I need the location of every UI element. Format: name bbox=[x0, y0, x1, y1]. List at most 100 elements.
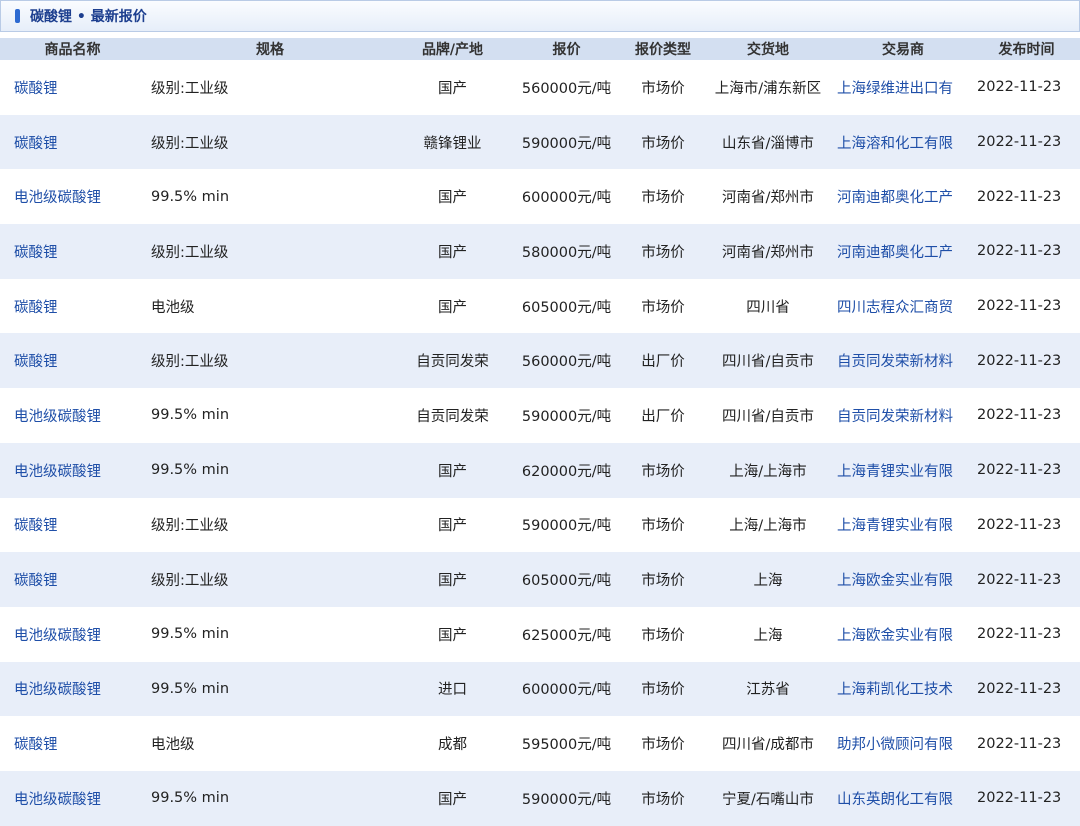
price-cell: 605000元/吨 bbox=[521, 299, 612, 316]
brand-cell: 自贡同发荣 bbox=[416, 408, 489, 425]
product-name-link[interactable]: 电池级碳酸锂 bbox=[0, 169, 145, 224]
delivery-cell: 上海/上海市 bbox=[729, 463, 807, 480]
product-name-link[interactable]: 电池级碳酸锂 bbox=[0, 771, 145, 826]
delivery-cell: 山东省/淄博市 bbox=[722, 135, 814, 152]
brand-cell: 国产 bbox=[438, 627, 467, 644]
brand-cell: 国产 bbox=[438, 190, 467, 207]
table-row: 碳酸锂 级别:工业级 自贡同发荣 560000元/吨 出厂价 四川省/自贡市 自贡同发荣新材… bbox=[0, 333, 1080, 389]
brand-cell: 自贡同发荣 bbox=[416, 354, 489, 371]
price-cell: 600000元/吨 bbox=[521, 682, 612, 699]
trader-link[interactable]: 自贡同发荣新材料 bbox=[833, 388, 973, 443]
spec-cell: 级别:工业级 bbox=[151, 518, 229, 535]
date-cell: 2022-11-23 bbox=[977, 571, 1062, 588]
price-cell: 620000元/吨 bbox=[521, 463, 612, 480]
date-cell: 2022-11-23 bbox=[977, 790, 1062, 807]
date-cell: 2022-11-23 bbox=[977, 79, 1062, 96]
spec-cell: 级别:工业级 bbox=[151, 135, 229, 152]
trader-link[interactable]: 上海溶和化工有限 bbox=[833, 115, 973, 170]
price-type-cell: 市场价 bbox=[641, 791, 685, 808]
date-cell: 2022-11-23 bbox=[977, 407, 1062, 424]
spec-cell: 级别:工业级 bbox=[151, 354, 229, 371]
date-cell: 2022-11-23 bbox=[977, 462, 1062, 479]
price-cell: 590000元/吨 bbox=[521, 408, 612, 425]
price-type-cell: 市场价 bbox=[641, 244, 685, 261]
table-row: 碳酸锂 电池级 成都 595000元/吨 市场价 四川省/成都市 助邦小微顾问有限 2022-… bbox=[0, 716, 1080, 771]
spec-cell: 99.5% min bbox=[151, 680, 230, 697]
price-type-cell: 市场价 bbox=[641, 299, 685, 316]
col-header-date[interactable]: 发布时间 bbox=[973, 38, 1080, 60]
product-name-link[interactable]: 电池级碳酸锂 bbox=[0, 388, 145, 443]
trader-link[interactable]: 上海青锂实业有限 bbox=[833, 498, 973, 553]
col-header-trader[interactable]: 交易商 bbox=[833, 38, 973, 60]
col-header-price-type[interactable]: 报价类型 bbox=[623, 38, 703, 60]
trader-link[interactable]: 河南迪都奥化工产 bbox=[833, 224, 973, 279]
date-cell: 2022-11-23 bbox=[977, 352, 1062, 369]
price-type-cell: 出厂价 bbox=[641, 408, 685, 425]
product-name-link[interactable]: 碳酸锂 bbox=[0, 498, 145, 553]
table-row: 碳酸锂 级别:工业级 国产 560000元/吨 市场价 上海市/浦东新区 上海绿维进出口有 2… bbox=[0, 60, 1080, 115]
price-table: 商品名称 规格 品牌/产地 报价 报价类型 交货地 交易商 发布时间 碳酸锂 级别… bbox=[0, 38, 1080, 826]
delivery-cell: 四川省/自贡市 bbox=[722, 408, 814, 425]
trader-link[interactable]: 上海绿维进出口有 bbox=[833, 60, 973, 115]
col-header-brand[interactable]: 品牌/产地 bbox=[395, 38, 510, 60]
delivery-cell: 河南省/郑州市 bbox=[722, 190, 814, 207]
price-cell: 560000元/吨 bbox=[521, 354, 612, 371]
brand-cell: 成都 bbox=[438, 737, 467, 754]
delivery-cell: 河南省/郑州市 bbox=[722, 244, 814, 261]
trader-link[interactable]: 山东英朗化工有限 bbox=[833, 771, 973, 826]
date-cell: 2022-11-23 bbox=[977, 298, 1062, 315]
price-type-cell: 出厂价 bbox=[641, 354, 685, 371]
price-cell: 595000元/吨 bbox=[521, 737, 612, 754]
trader-link[interactable]: 自贡同发荣新材料 bbox=[833, 333, 973, 388]
product-name-link[interactable]: 碳酸锂 bbox=[0, 552, 145, 607]
product-name-link[interactable]: 碳酸锂 bbox=[0, 279, 145, 334]
table-row: 碳酸锂 级别:工业级 国产 580000元/吨 市场价 河南省/郑州市 河南迪都奥化工产 20… bbox=[0, 224, 1080, 279]
section-title-bar: 碳酸锂 • 最新报价 bbox=[0, 0, 1080, 32]
table-row: 碳酸锂 级别:工业级 国产 605000元/吨 市场价 上海 上海欧金实业有限 2022-11… bbox=[0, 552, 1080, 607]
price-type-cell: 市场价 bbox=[641, 135, 685, 152]
product-name-link[interactable]: 碳酸锂 bbox=[0, 224, 145, 279]
delivery-cell: 江苏省 bbox=[746, 682, 790, 699]
product-name-link[interactable]: 电池级碳酸锂 bbox=[0, 662, 145, 717]
delivery-cell: 宁夏/石嘴山市 bbox=[722, 791, 814, 808]
delivery-cell: 上海 bbox=[753, 627, 783, 644]
spec-cell: 99.5% min bbox=[151, 462, 230, 479]
col-header-spec[interactable]: 规格 bbox=[145, 38, 395, 60]
spec-cell: 99.5% min bbox=[151, 790, 230, 807]
trader-link[interactable]: 助邦小微顾问有限 bbox=[833, 716, 973, 771]
table-row: 碳酸锂 电池级 国产 605000元/吨 市场价 四川省 四川志程众汇商贸 2022-11-2… bbox=[0, 278, 1080, 334]
price-type-cell: 市场价 bbox=[641, 463, 685, 480]
delivery-cell: 四川省/自贡市 bbox=[722, 354, 814, 371]
brand-cell: 国产 bbox=[438, 463, 467, 480]
table-header-row: 商品名称 规格 品牌/产地 报价 报价类型 交货地 交易商 发布时间 bbox=[0, 38, 1080, 60]
brand-cell: 国产 bbox=[438, 299, 467, 316]
spec-cell: 99.5% min bbox=[151, 407, 230, 424]
date-cell: 2022-11-23 bbox=[977, 626, 1062, 643]
product-name-link[interactable]: 碳酸锂 bbox=[0, 115, 145, 170]
date-cell: 2022-11-23 bbox=[977, 134, 1062, 151]
col-header-price[interactable]: 报价 bbox=[510, 38, 623, 60]
col-header-product[interactable]: 商品名称 bbox=[0, 38, 145, 60]
brand-cell: 进口 bbox=[438, 682, 467, 699]
trader-link[interactable]: 上海欧金实业有限 bbox=[833, 552, 973, 607]
trader-link[interactable]: 上海莉凯化工技术 bbox=[833, 662, 973, 717]
col-header-delivery[interactable]: 交货地 bbox=[703, 38, 833, 60]
date-cell: 2022-11-23 bbox=[977, 735, 1062, 752]
product-name-link[interactable]: 碳酸锂 bbox=[0, 333, 145, 388]
product-name-link[interactable]: 电池级碳酸锂 bbox=[0, 607, 145, 662]
trader-link[interactable]: 四川志程众汇商贸 bbox=[833, 279, 973, 334]
brand-cell: 国产 bbox=[438, 791, 467, 808]
trader-link[interactable]: 上海青锂实业有限 bbox=[833, 443, 973, 498]
table-row: 碳酸锂 级别:工业级 赣锋锂业 590000元/吨 市场价 山东省/淄博市 上海溶和化工有限… bbox=[0, 114, 1080, 170]
product-name-link[interactable]: 碳酸锂 bbox=[0, 716, 145, 771]
trader-link[interactable]: 上海欧金实业有限 bbox=[833, 607, 973, 662]
product-name-link[interactable]: 碳酸锂 bbox=[0, 60, 145, 115]
delivery-cell: 上海 bbox=[753, 573, 783, 590]
trader-link[interactable]: 河南迪都奥化工产 bbox=[833, 169, 973, 224]
date-cell: 2022-11-23 bbox=[977, 516, 1062, 533]
product-name-link[interactable]: 电池级碳酸锂 bbox=[0, 443, 145, 498]
price-type-cell: 市场价 bbox=[641, 682, 685, 699]
brand-cell: 国产 bbox=[438, 244, 467, 261]
table-row: 碳酸锂 级别:工业级 国产 590000元/吨 市场价 上海/上海市 上海青锂实业有限 202… bbox=[0, 497, 1080, 553]
price-cell: 580000元/吨 bbox=[521, 244, 612, 261]
